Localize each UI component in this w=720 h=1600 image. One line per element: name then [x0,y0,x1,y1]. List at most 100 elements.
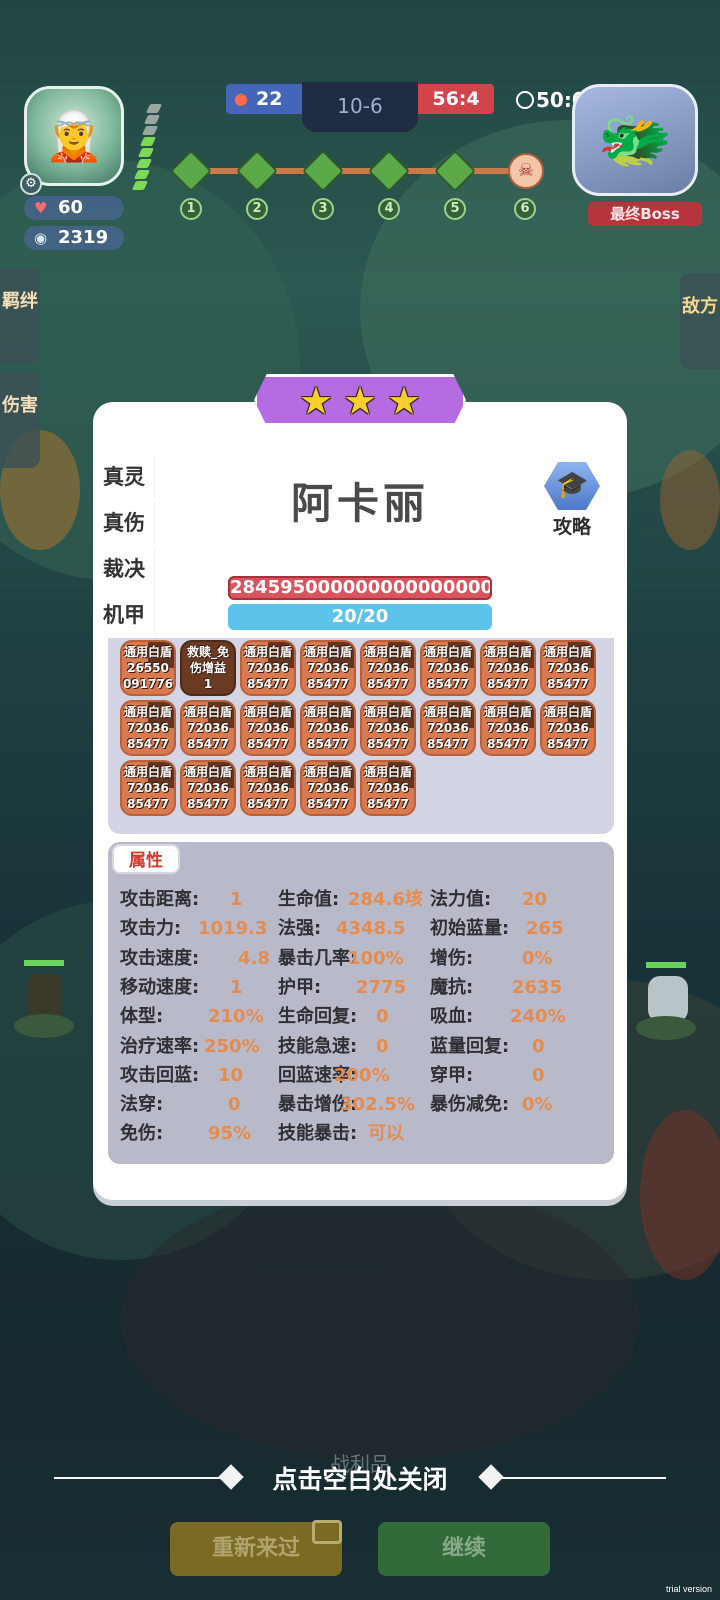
attribute-label: 体型: [120,1006,164,1028]
equipment-item-label: 通用白盾 26550 091776 [122,645,174,691]
tab-trait-2[interactable]: 裁决 [95,548,155,590]
enemy-unit [636,962,696,1042]
player-hp-value: 60 [58,197,84,218]
equipment-item[interactable]: 通用白盾 72036 85477 [300,700,356,756]
equipment-item[interactable]: 通用白盾 72036 85477 [180,760,236,816]
tab-trait-1[interactable]: 真伤 [95,502,155,544]
attribute-label: 魔抗: [430,976,474,998]
attribute-value: 4.8 [238,947,270,969]
unit-name: 阿卡丽 [290,479,429,528]
player-portrait-icon: 🧝 [44,108,104,165]
attribute-value: 0 [532,1064,545,1086]
unit-mana-bar: 20/20 [228,604,492,630]
equipment-item-label: 通用白盾 72036 85477 [303,705,352,751]
attribute-value: 302.5% [340,1094,415,1116]
attribute-row: 免伤: 95% 技能暴击: 可以 [120,1120,590,1148]
equipment-item[interactable]: 通用白盾 72036 85477 [360,760,416,816]
tab-enemy[interactable]: 敌方 [680,273,720,369]
attribute-label: 攻击回蓝: [120,1064,200,1086]
equipment-item[interactable]: 通用白盾 72036 85477 [300,640,356,696]
attribute-label: 法力值: [430,889,492,910]
equipment-item[interactable]: 通用白盾 72036 85477 [240,760,296,816]
attribute-value: 可以 [368,1123,404,1145]
flame-icon: ● [234,89,248,108]
equipment-item-label: 通用白盾 72036 85477 [183,765,232,811]
video-ad-icon [312,1520,342,1544]
close-hint: 点击空白处关闭 [272,1465,448,1494]
equipment-item-label: 通用白盾 72036 85477 [363,705,412,751]
attribute-row: 攻击力: 1019.3 法强: 4348.5 初始蓝量: 265 [120,915,590,943]
attribute-value: 2635 [512,976,563,998]
attribute-label: 攻击力: [120,918,182,940]
attribute-row: 攻击回蓝: 10 回蓝速率: 200% 穿甲: 0 [120,1062,590,1090]
attribute-value: 240% [510,1006,566,1028]
graduation-cap-icon: 🎓 [556,470,589,500]
equipment-item-label: 救赎_免 伤增益 1 [186,645,229,691]
attribute-value: 250% [204,1035,260,1057]
equipment-item[interactable]: 通用白盾 72036 85477 [420,700,476,756]
attribute-label: 增伤: [430,947,474,969]
equipment-item[interactable]: 通用白盾 72036 85477 [240,700,296,756]
stage-number: 3 [312,198,334,220]
attribute-label: 暴伤减免: [430,1094,510,1116]
stage-number: 2 [246,198,268,220]
equipment-item[interactable]: 通用白盾 72036 85477 [180,700,236,756]
attribute-label: 生命值: [278,889,340,910]
equipment-item[interactable]: 通用白盾 72036 85477 [360,640,416,696]
attribute-label: 法强: [278,918,322,940]
attribute-label: 蓝量回复: [430,1035,510,1057]
star-icon: ★ [299,379,334,423]
attribute-value: 284.6垓 [348,889,423,910]
watermark: trial version [665,1584,712,1594]
equipment-item[interactable]: 通用白盾 72036 85477 [540,640,596,696]
player-score-value: 22 [256,88,283,110]
heart-icon: ♥ [34,199,48,217]
attribute-value: 0 [532,1035,545,1057]
tab-trait-3[interactable]: 机甲 [95,594,155,636]
equipment-item[interactable]: 通用白盾 26550 091776 [120,640,176,696]
attribute-label: 技能急速: [278,1035,358,1057]
divider-left [54,1477,222,1479]
equipment-item[interactable]: 通用白盾 72036 85477 [120,760,176,816]
clock-icon [516,91,534,109]
equipment-item[interactable]: 通用白盾 72036 85477 [240,640,296,696]
equipment-item[interactable]: 通用白盾 72036 85477 [480,640,536,696]
stage-number: 4 [378,198,400,220]
attribute-value: 20 [522,889,548,910]
attribute-value: 200% [334,1064,390,1086]
boss-stage-icon: ☠ [508,153,544,189]
equipment-item[interactable]: 通用白盾 72036 85477 [420,640,476,696]
attribute-row: 攻击速度: 4.8 暴击几率: 100% 增伤: 0% [120,945,590,973]
attribute-value: 210% [208,1006,264,1028]
attribute-label: 生命回复: [278,1006,358,1028]
enemy-score: 56:4 [418,84,494,114]
attribute-value: 10 [218,1064,244,1086]
player-hp: ♥ 60 [24,196,124,220]
equipment-item[interactable]: 通用白盾 72036 85477 [360,700,416,756]
unit-hp-bar: 2845950000000000000000 [228,576,492,600]
equipment-item[interactable]: 救赎_免 伤增益 1 [180,640,236,696]
equipment-item[interactable]: 通用白盾 72036 85477 [540,700,596,756]
attribute-value: 0 [376,1006,389,1028]
guide-label: 攻略 [552,516,591,538]
equipment-item-label: 通用白盾 72036 85477 [543,645,592,691]
continue-button[interactable]: 继续 [378,1522,550,1576]
guide-button[interactable]: 🎓 攻略 [536,462,608,538]
equipment-item-label: 通用白盾 72036 85477 [243,705,292,751]
gear-icon[interactable]: ⚙ [20,173,42,195]
attribute-value: 0 [228,1094,241,1116]
attribute-label: 攻击距离: [120,889,200,910]
player-score: ● 22 [226,84,302,114]
boss-avatar[interactable]: 🐲 [572,84,698,196]
tab-trait-0[interactable]: 真灵 [95,456,155,498]
attribute-label: 穿甲: [430,1064,474,1086]
attribute-value: 4348.5 [336,918,406,940]
equipment-item[interactable]: 通用白盾 72036 85477 [300,760,356,816]
tab-damage[interactable]: 伤害 [0,372,40,468]
tab-bonds[interactable]: 羁绊 [0,268,40,364]
player-avatar[interactable]: 🧝 [24,86,124,186]
equipment-item[interactable]: 通用白盾 72036 85477 [120,700,176,756]
equipment-item[interactable]: 通用白盾 72036 85477 [480,700,536,756]
equipment-item-label: 通用白盾 72036 85477 [543,705,592,751]
attributes-title: 属性 [112,844,180,874]
